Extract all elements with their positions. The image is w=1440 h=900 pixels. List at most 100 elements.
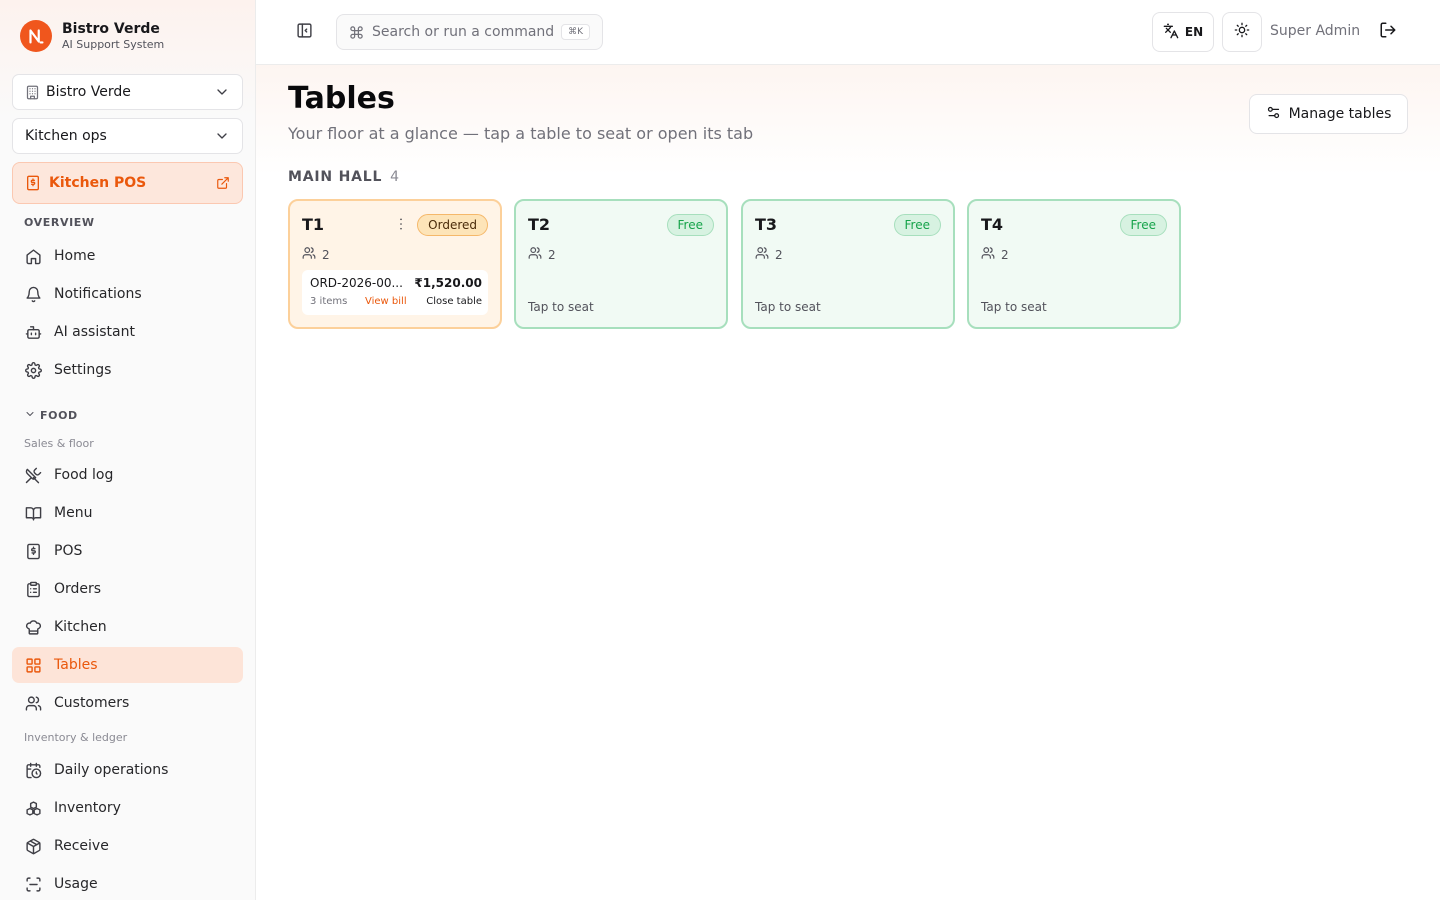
seat-count: 2 [1001,247,1009,262]
boxes-icon [24,799,42,817]
nav-item-ai-assistant[interactable]: AI assistant [12,314,243,350]
nav-item-label: Inventory [54,800,121,816]
table-card-t1[interactable]: T1 Ordered 2 ORD-2026-00... ₹1,520.00 3 … [288,199,502,329]
kitchen-pos-link[interactable]: Kitchen POS [12,162,243,204]
nav-item-notifications[interactable]: Notifications [12,276,243,312]
nav-item-usage[interactable]: Usage [12,866,243,900]
nav-item-label: Food log [54,467,114,483]
nav-item-label: Settings [54,362,112,378]
sliders-icon [1266,105,1281,124]
users-icon [24,694,42,712]
sidebar-toggle-button[interactable] [292,20,316,44]
panel-left-icon [296,22,313,43]
book-icon [24,504,42,522]
kitchen-pos-label: Kitchen POS [49,175,147,191]
status-badge: Free [1119,214,1167,236]
clipboard-icon [24,580,42,598]
grid-icon [24,656,42,674]
chef-hat-icon [24,618,42,636]
nav-item-orders[interactable]: Orders [12,571,243,607]
table-seats: 2 [528,246,556,263]
more-vertical-icon [393,216,409,236]
nav-item-label: Kitchen [54,619,107,635]
nav-item-label: Tables [54,657,98,673]
nav-item-settings[interactable]: Settings [12,352,243,388]
sidebar: Bistro Verde AI Support System Bistro Ve… [0,0,256,900]
status-badge: Free [893,214,941,236]
user-name[interactable]: Super Admin [1270,23,1360,39]
manage-tables-button[interactable]: Manage tables [1249,94,1408,134]
status-badge: Free [666,214,714,236]
seat-count: 2 [775,247,783,262]
table-seats: 2 [302,246,330,263]
nav-item-food-log[interactable]: Food log [12,457,243,493]
package-icon [24,837,42,855]
table-card-t4[interactable]: T4 Free 2 Tap to seat [967,199,1181,329]
users-icon [302,246,316,263]
seat-count: 2 [548,247,556,262]
workspace-select-value: Kitchen ops [25,128,107,144]
command-icon [349,25,364,40]
restaurant-select-value: Bistro Verde [46,84,131,100]
receipt-icon [25,175,41,191]
nav-item-kitchen[interactable]: Kitchen [12,609,243,645]
nav-item-inventory[interactable]: Inventory [12,790,243,826]
search-placeholder: Search or run a command [372,24,555,40]
theme-toggle-button[interactable] [1222,12,1262,52]
table-name: T3 [755,215,778,234]
page-title: Tables [288,81,395,116]
brand[interactable]: Bistro Verde AI Support System [20,20,164,52]
nav-item-daily-operations[interactable]: Daily operations [12,752,243,788]
brand-name: Bistro Verde [62,21,160,37]
nav-item-home[interactable]: Home [12,238,243,274]
view-bill-link[interactable]: View bill [365,296,407,307]
nav-item-label: Home [54,248,96,264]
table-options-button[interactable] [392,217,410,235]
tap-to-seat-hint: Tap to seat [981,300,1047,314]
utensils-icon [24,466,42,484]
language-button[interactable]: EN [1152,12,1214,52]
order-id: ORD-2026-00... [310,276,403,290]
page-subtitle: Your floor at a glance — tap a table to … [288,124,754,143]
chevron-down-icon [214,84,230,100]
search-shortcut: ⌘K [561,24,590,40]
logout-icon [1379,21,1397,43]
status-badge: Ordered [417,214,488,236]
nav-item-label: Menu [54,505,93,521]
table-name: T1 [302,215,325,234]
chevron-down-icon [214,128,230,144]
sun-icon [1234,22,1250,42]
table-seats: 2 [755,246,783,263]
users-icon [755,246,769,263]
food-section-label: FOOD [40,409,78,422]
order-amount: ₹1,520.00 [414,276,482,290]
restaurant-select[interactable]: Bistro Verde [12,74,243,110]
table-card-t3[interactable]: T3 Free 2 Tap to seat [741,199,955,329]
nav-item-label: Usage [54,876,98,892]
close-table-button[interactable]: Close table [426,296,482,307]
top-header: Search or run a command ⌘K EN Super Admi… [256,0,1440,65]
zone-header: MAIN HALL 4 [288,169,399,185]
zone-count: 4 [390,169,400,185]
gear-icon [24,361,42,379]
nav-item-customers[interactable]: Customers [12,685,243,721]
workspace-select[interactable]: Kitchen ops [12,118,243,154]
nav-item-menu[interactable]: Menu [12,495,243,531]
table-card-t2[interactable]: T2 Free 2 Tap to seat [514,199,728,329]
nav-item-label: Customers [54,695,130,711]
nav-item-receive[interactable]: Receive [12,828,243,864]
bot-icon [24,323,42,341]
seat-count: 2 [322,247,330,262]
building-icon [25,85,40,100]
nav-item-label: AI assistant [54,324,135,340]
language-label: EN [1184,25,1204,39]
command-search[interactable]: Search or run a command ⌘K [336,14,603,50]
table-name: T2 [528,215,551,234]
nav-item-label: POS [54,543,83,559]
food-section-toggle[interactable]: FOOD [24,408,78,423]
nav-item-tables[interactable]: Tables [12,647,243,683]
receipt-icon [24,542,42,560]
logout-button[interactable] [1376,20,1400,44]
nav-item-pos[interactable]: POS [12,533,243,569]
inventory-group-label: Inventory & ledger [24,731,128,744]
